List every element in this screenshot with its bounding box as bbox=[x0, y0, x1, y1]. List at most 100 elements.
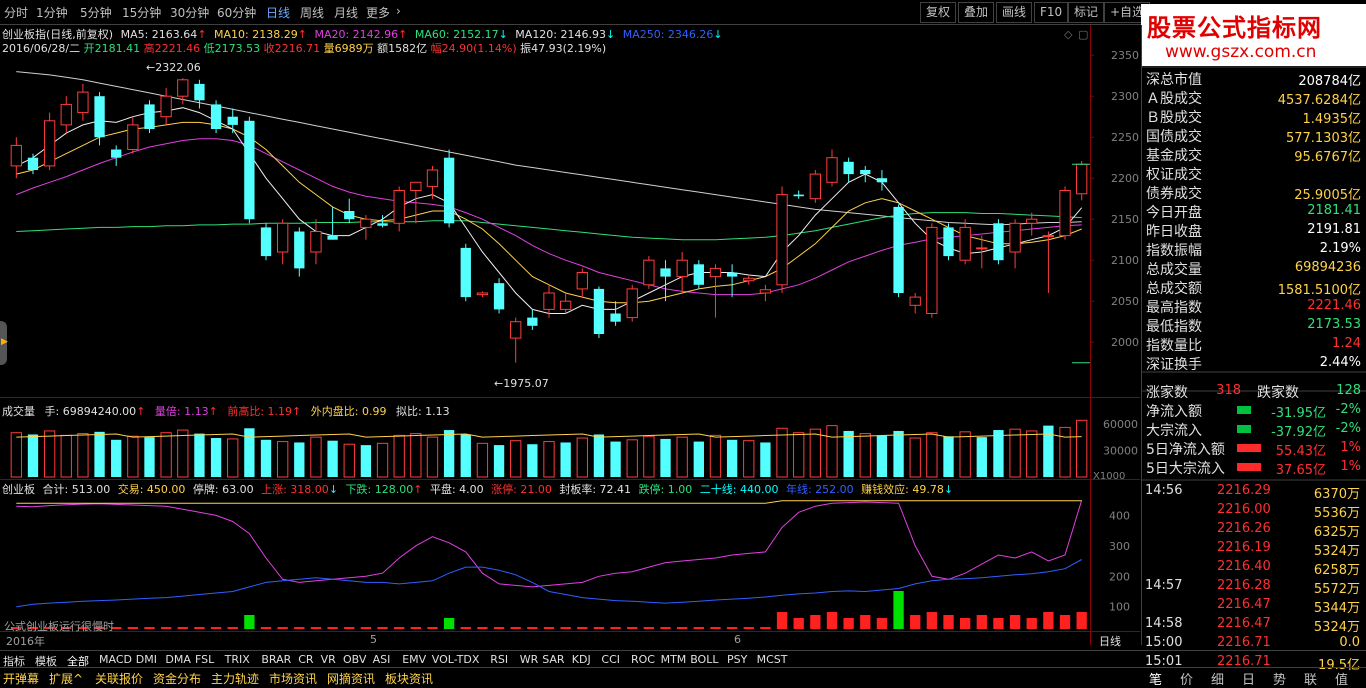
candle bbox=[10, 137, 22, 179]
tab-fenshi[interactable]: 分时 bbox=[4, 4, 28, 21]
tab-15min[interactable]: 15分钟 bbox=[122, 4, 161, 21]
overlay-button[interactable]: 叠加 bbox=[958, 2, 995, 23]
side-tab[interactable]: 笔 bbox=[1149, 669, 1162, 688]
volume-bar bbox=[60, 434, 72, 478]
volume-title: 成交量 bbox=[2, 405, 35, 418]
stat-label: 权证成交 bbox=[1146, 167, 1202, 183]
breadth-info: 创业板 合计: 513.00 交易: 450.00 停牌: 63.00 上涨: … bbox=[2, 483, 954, 496]
breadth-bar bbox=[527, 627, 538, 629]
side-tab[interactable]: 价 bbox=[1180, 669, 1193, 688]
breadth-bar bbox=[726, 627, 738, 629]
window-icon[interactable]: ◇ bbox=[1064, 28, 1072, 41]
adjust-button[interactable]: 复权 bbox=[920, 2, 957, 23]
tab-1min[interactable]: 1分钟 bbox=[36, 4, 68, 21]
bottom-link[interactable]: 开弹幕 bbox=[3, 670, 39, 687]
bottom-link[interactable]: 扩展^ bbox=[49, 670, 83, 687]
bottom-link[interactable]: 板块资讯 bbox=[385, 670, 433, 687]
price-tick-label: 2000 bbox=[1111, 336, 1139, 349]
breadth-bar bbox=[1009, 615, 1021, 629]
side-tab[interactable]: 势 bbox=[1273, 669, 1286, 688]
bottom-link[interactable]: 资金分布 bbox=[153, 670, 201, 687]
indicator-tab[interactable]: RSI bbox=[490, 653, 508, 666]
candle-body bbox=[227, 116, 238, 125]
mark-button[interactable]: 标记 bbox=[1068, 2, 1105, 23]
stat-value: 1.4935亿 bbox=[1302, 112, 1362, 127]
tab-monthly[interactable]: 月线 bbox=[334, 4, 358, 21]
candle bbox=[426, 165, 439, 199]
breadth-bar bbox=[277, 627, 288, 629]
volume-bar bbox=[893, 430, 904, 477]
indicator-tab[interactable]: SAR bbox=[542, 653, 564, 666]
flow-value: 55.43亿 bbox=[1275, 444, 1326, 459]
volume-bar bbox=[560, 442, 571, 477]
bottom-link[interactable]: 主力轨迹 bbox=[211, 670, 259, 687]
chart-svg[interactable]: 2350 2300 2250 2200 2150 2100 2050 2000 60000 300… bbox=[0, 25, 1140, 645]
volume-bar bbox=[210, 438, 222, 477]
candle bbox=[1076, 160, 1088, 201]
indicator-tab[interactable]: KDJ bbox=[572, 653, 591, 666]
tick-price: 2216.40 bbox=[1217, 559, 1271, 574]
candle-body bbox=[310, 231, 322, 253]
chevron-right-icon[interactable]: › bbox=[396, 4, 401, 18]
bar-amount: 额1582亿 bbox=[377, 42, 428, 55]
candle-body bbox=[344, 211, 355, 220]
side-tab[interactable]: 日 bbox=[1242, 669, 1255, 688]
indicator-tab[interactable]: OBV bbox=[343, 653, 366, 666]
bottom-link[interactable]: 网摘资讯 bbox=[327, 670, 375, 687]
breadth-bar bbox=[843, 618, 854, 629]
tab-5min[interactable]: 5分钟 bbox=[80, 4, 112, 21]
candle-body bbox=[1059, 190, 1071, 237]
side-tab[interactable]: 值 bbox=[1335, 669, 1348, 688]
bar-high: 高2221.46 bbox=[143, 42, 201, 55]
stat-label: Ｂ股成交 bbox=[1146, 110, 1202, 126]
f10-button[interactable]: F10 bbox=[1034, 2, 1069, 23]
indicator-tab[interactable]: WR bbox=[520, 653, 539, 666]
indicator-tab[interactable]: BRAR bbox=[261, 653, 291, 666]
tick-price: 2216.00 bbox=[1217, 502, 1271, 517]
indicator-tab[interactable]: MACD bbox=[99, 653, 132, 666]
candle-body bbox=[327, 235, 338, 240]
indicator-tab[interactable]: MTM bbox=[661, 653, 687, 666]
tab-daily[interactable]: 日线 bbox=[266, 4, 290, 21]
indicator-tab[interactable]: VOL-TDX bbox=[432, 653, 480, 666]
breadth-bar bbox=[743, 627, 754, 629]
tab-60min[interactable]: 60分钟 bbox=[217, 4, 256, 21]
indicator-tab[interactable]: ROC bbox=[631, 653, 655, 666]
bottom-link[interactable]: 市场资讯 bbox=[269, 670, 317, 687]
flow-bar bbox=[1237, 425, 1251, 433]
volume-bar bbox=[1043, 425, 1054, 477]
indicator-tab[interactable]: VR bbox=[321, 653, 336, 666]
draw-button[interactable]: 画线 bbox=[996, 2, 1033, 23]
indicator-tab[interactable]: CR bbox=[298, 653, 313, 666]
indicator-tab[interactable]: DMI bbox=[136, 653, 157, 666]
volume-bar bbox=[926, 432, 938, 478]
tab-30min[interactable]: 30分钟 bbox=[170, 4, 209, 21]
indicator-tab[interactable]: DMA bbox=[165, 653, 191, 666]
left-collapse-handle[interactable]: ▶ bbox=[0, 321, 8, 365]
indicator-tab[interactable]: EMV bbox=[402, 653, 426, 666]
side-tab[interactable]: 联 bbox=[1304, 669, 1317, 688]
flow-pct: 1% bbox=[1340, 459, 1361, 474]
breadth-down-line bbox=[16, 559, 1082, 608]
breadth-bar bbox=[1043, 612, 1054, 629]
side-tab[interactable]: 细 bbox=[1211, 669, 1224, 688]
tab-weekly[interactable]: 周线 bbox=[300, 4, 324, 21]
volume-bar bbox=[510, 440, 522, 478]
indicator-tab[interactable]: PSY bbox=[727, 653, 747, 666]
chart-area[interactable]: 2350 2300 2250 2200 2150 2100 2050 2000 60000 300… bbox=[0, 25, 1140, 648]
high-annotation-value: 2322.06 bbox=[155, 61, 201, 74]
bottom-link[interactable]: 关联报价 bbox=[95, 670, 143, 687]
candle-body bbox=[94, 96, 105, 138]
volume-bar bbox=[626, 439, 638, 478]
indicator-tab[interactable]: BOLL bbox=[690, 653, 718, 666]
indicator-tab[interactable]: TRIX bbox=[225, 653, 250, 666]
indicator-tab[interactable]: ASI bbox=[373, 653, 391, 666]
tab-more[interactable]: 更多 bbox=[366, 4, 390, 21]
indicator-tab[interactable]: CCI bbox=[601, 653, 620, 666]
indicator-tab[interactable]: MCST bbox=[757, 653, 788, 666]
candle-body bbox=[144, 104, 155, 129]
window-box-icon[interactable]: ▢ bbox=[1078, 28, 1088, 41]
stat-label: 指数量比 bbox=[1146, 338, 1202, 354]
indicator-tab[interactable]: FSL bbox=[195, 653, 214, 666]
candle-body bbox=[426, 169, 439, 187]
